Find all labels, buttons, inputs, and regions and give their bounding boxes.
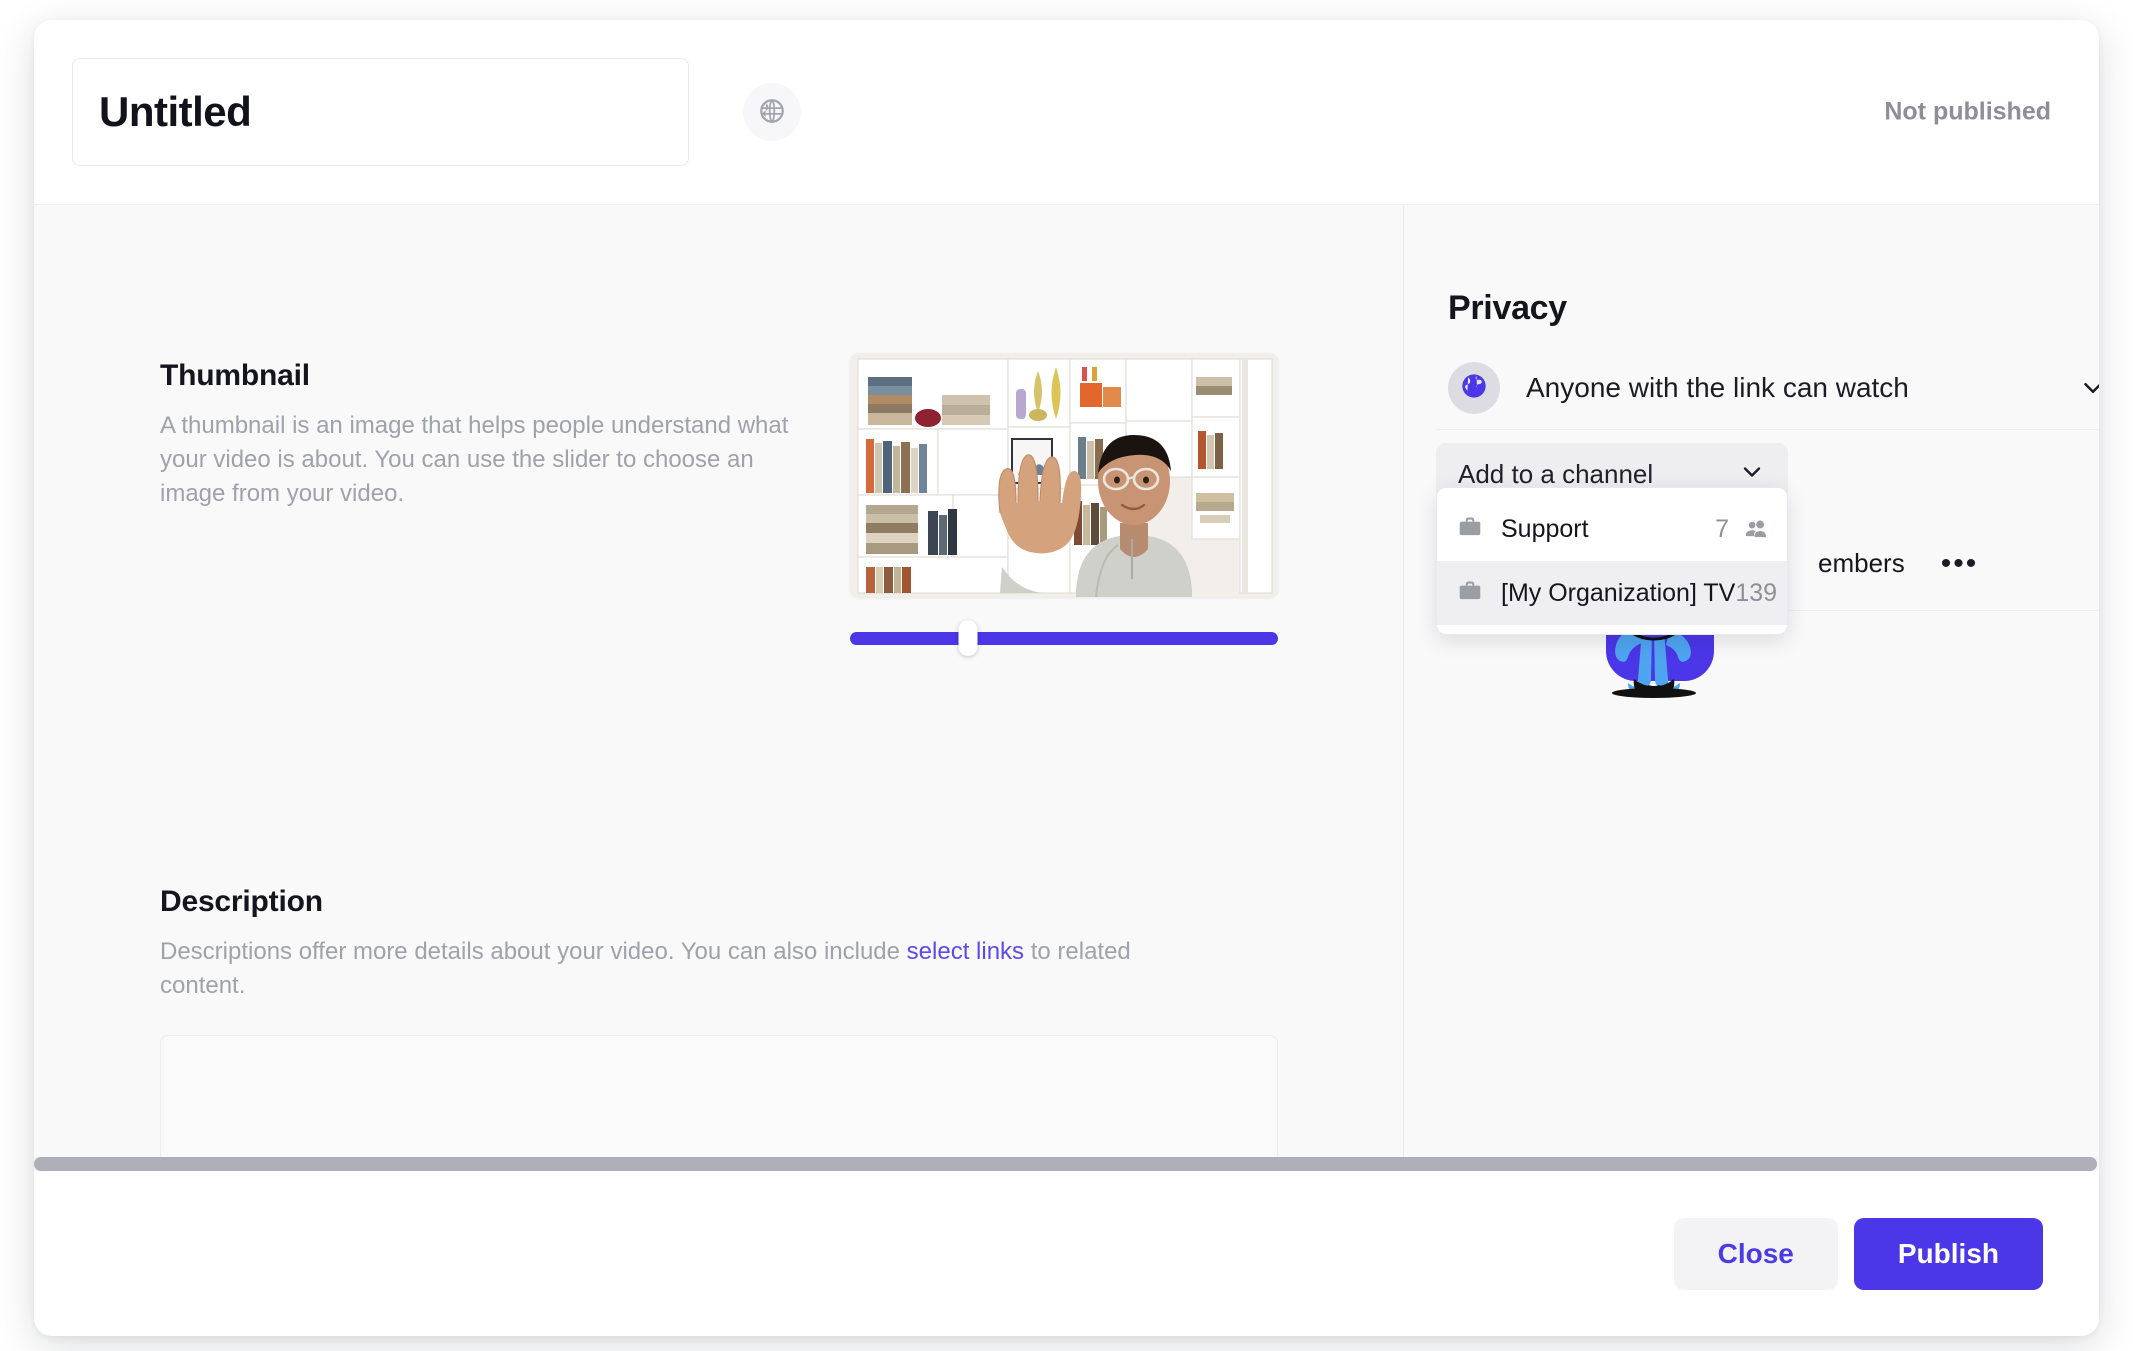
left-pane: Thumbnail A thumbnail is an image that h…: [34, 205, 1404, 1171]
thumbnail-description: A thumbnail is an image that helps peopl…: [160, 412, 789, 508]
globe-icon: [1460, 372, 1488, 405]
channel-member-count: 7: [1715, 514, 1729, 543]
thumbnail-slider[interactable]: [850, 620, 1278, 656]
description-textarea[interactable]: [160, 1035, 1278, 1171]
globe-icon-button[interactable]: [743, 83, 801, 141]
people-icon: [1743, 516, 1769, 542]
video-title-text: Untitled: [99, 88, 252, 135]
video-settings-modal: Untitled Not published Thumbnail A thumb…: [34, 20, 2099, 1336]
thumbnail-preview-group: [850, 353, 1278, 656]
members-label-partial: embers: [1818, 548, 1905, 578]
channel-name: [My Organization] TV: [1501, 578, 1736, 607]
description-helper-text: Descriptions offer more details about yo…: [160, 935, 1220, 1003]
publish-status-text: Not published: [1884, 97, 2051, 126]
chevron-down-icon[interactable]: [2078, 373, 2099, 403]
sidebar-divider-top: [1436, 429, 2099, 430]
modal-footer: Close Publish: [34, 1171, 2099, 1336]
briefcase-icon: [1457, 578, 1483, 609]
overflow-menu-button[interactable]: •••: [1941, 548, 1979, 578]
thumbnail-image: [850, 353, 1278, 597]
description-heading: Description: [160, 885, 323, 918]
channel-dropdown-menu: Support 7 [My Organization] TV 139: [1436, 487, 1788, 635]
video-title-input[interactable]: Untitled: [72, 58, 689, 166]
channel-menu-item-support[interactable]: Support 7: [1437, 497, 1787, 561]
briefcase-icon: [1457, 514, 1483, 545]
privacy-selector[interactable]: Anyone with the link can watch: [1448, 353, 2099, 423]
horizontal-scrollbar-thumb[interactable]: [34, 1157, 2097, 1171]
close-button[interactable]: Close: [1673, 1217, 1838, 1290]
thumbnail-slider-track: [850, 631, 1278, 645]
channel-menu-item-my-organization-tv[interactable]: [My Organization] TV 139: [1437, 561, 1787, 625]
privacy-heading: Privacy: [1448, 289, 1567, 327]
description-section: Description Descriptions offer more deta…: [160, 885, 1280, 1171]
horizontal-scrollbar-track[interactable]: [34, 1157, 2097, 1171]
privacy-selected-label: Anyone with the link can watch: [1526, 372, 1909, 403]
privacy-pane: Privacy Anyone with the link can watch A…: [34, 205, 2099, 1171]
thumbnail-heading: Thumbnail: [160, 359, 310, 392]
modal-body: Thumbnail A thumbnail is an image that h…: [34, 205, 2099, 1171]
description-helper-before: Descriptions offer more details about yo…: [160, 938, 907, 965]
modal-header: Untitled Not published: [34, 20, 2099, 205]
channel-name: Support: [1501, 514, 1589, 543]
thumbnail-copy: Thumbnail A thumbnail is an image that h…: [160, 353, 820, 655]
privacy-globe-badge: [1448, 362, 1500, 414]
thumbnail-section: Thumbnail A thumbnail is an image that h…: [160, 353, 1280, 656]
globe-icon: [758, 97, 786, 128]
channel-member-count: 139: [1735, 578, 1778, 607]
add-to-channel-label: Add to a channel: [1458, 458, 1654, 489]
select-links-link[interactable]: select links: [907, 938, 1024, 965]
thumbnail-slider-handle[interactable]: [958, 620, 978, 656]
publish-button[interactable]: Publish: [1853, 1217, 2043, 1290]
chevron-down-icon: [1738, 458, 1766, 491]
thumbnail-preview[interactable]: [850, 353, 1278, 597]
